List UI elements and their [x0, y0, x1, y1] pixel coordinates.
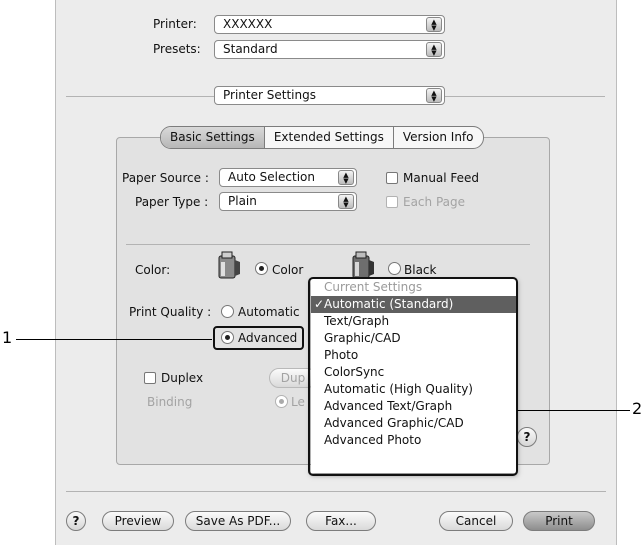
color-radio[interactable]	[255, 262, 268, 275]
duplex-settings-label: Dup	[280, 371, 306, 385]
menu-item-advanced-graphic-cad[interactable]: Advanced Graphic/CAD	[311, 415, 517, 432]
help-icon: ?	[523, 430, 531, 444]
panel-popup[interactable]: Printer Settings ▲ ▼	[214, 86, 445, 105]
binding-left-radio[interactable]	[275, 395, 288, 408]
presets-label: Presets:	[153, 42, 201, 56]
tab-bar: Basic Settings Extended Settings Version…	[160, 126, 484, 149]
duplex-checkbox[interactable]	[144, 372, 156, 384]
callout-1-line	[16, 339, 212, 340]
popup-arrows-icon: ▲ ▼	[426, 17, 442, 32]
checkmark-icon: ✓	[314, 297, 325, 311]
tab-basic-settings[interactable]: Basic Settings	[161, 127, 264, 148]
popup-arrows-icon: ▲ ▼	[338, 194, 354, 209]
paper-source-value: Auto Selection	[228, 170, 315, 184]
menu-item-photo[interactable]: Photo	[311, 347, 517, 364]
save-as-pdf-button[interactable]: Save As PDF...	[185, 511, 291, 531]
callout-2-line	[517, 410, 630, 411]
black-radio[interactable]	[388, 262, 401, 275]
divider	[66, 491, 606, 492]
cancel-button[interactable]: Cancel	[439, 511, 513, 531]
help-icon: ?	[72, 514, 80, 528]
quality-advanced-radio[interactable]	[221, 331, 234, 344]
divider	[126, 244, 530, 245]
duplex-settings-button[interactable]: Dup	[269, 368, 317, 388]
menu-item-text-graph[interactable]: Text/Graph	[311, 313, 517, 330]
tab-extended-settings[interactable]: Extended Settings	[263, 127, 393, 148]
paper-type-label: Paper Type :	[135, 195, 209, 209]
quality-advanced-label: Advanced	[238, 331, 298, 345]
menu-item-automatic-high-quality[interactable]: Automatic (High Quality)	[311, 381, 517, 398]
menu-item-label: Automatic (Standard)	[324, 297, 454, 311]
print-button[interactable]: Print	[523, 511, 595, 531]
panel-value: Printer Settings	[223, 88, 316, 102]
presets-value: Standard	[223, 42, 278, 56]
menu-item-graphic-cad[interactable]: Graphic/CAD	[311, 330, 517, 347]
quality-automatic-label: Automatic	[238, 305, 300, 319]
print-quality-menu: Current Settings ✓ Automatic (Standard) …	[311, 279, 517, 473]
black-option-label: Black	[404, 263, 437, 277]
color-label: Color:	[135, 263, 171, 277]
presets-popup[interactable]: Standard ▲ ▼	[214, 40, 445, 59]
binding-label: Binding	[147, 395, 193, 409]
menu-item-colorsync[interactable]: ColorSync	[311, 364, 517, 381]
binding-left-label: Le	[291, 395, 305, 409]
each-page-checkbox[interactable]	[386, 196, 398, 208]
divider	[445, 96, 605, 97]
tab-version-info[interactable]: Version Info	[392, 127, 483, 148]
manual-feed-checkbox[interactable]	[386, 172, 398, 184]
popup-arrows-icon: ▲ ▼	[426, 88, 442, 103]
printer-popup[interactable]: XXXXXX ▲ ▼	[214, 15, 445, 34]
panel-help-button[interactable]: ?	[517, 427, 537, 447]
color-option-label: Color	[272, 263, 304, 277]
menu-item-advanced-text-graph[interactable]: Advanced Text/Graph	[311, 398, 517, 415]
preview-button[interactable]: Preview	[102, 511, 174, 531]
popup-arrows-icon: ▲ ▼	[338, 170, 354, 185]
duplex-label: Duplex	[161, 371, 204, 385]
each-page-label: Each Page	[403, 195, 466, 209]
callout-2-number: 2	[632, 399, 643, 418]
popup-arrows-icon: ▲ ▼	[426, 42, 442, 57]
paper-source-label: Paper Source :	[122, 171, 209, 185]
menu-header: Current Settings	[324, 280, 423, 294]
divider	[66, 96, 214, 97]
callout-1-number: 1	[2, 328, 13, 347]
black-ink-icon	[352, 251, 374, 279]
print-quality-label: Print Quality :	[129, 305, 212, 319]
paper-type-value: Plain	[228, 194, 257, 208]
paper-source-popup[interactable]: Auto Selection ▲ ▼	[219, 168, 357, 187]
color-ink-icon	[218, 251, 240, 279]
printer-value: XXXXXX	[223, 17, 273, 31]
help-button[interactable]: ?	[66, 511, 86, 531]
manual-feed-label: Manual Feed	[403, 171, 480, 185]
print-dialog: Printer: XXXXXX ▲ ▼ Presets: Standard ▲ ▼ …	[55, 0, 617, 545]
quality-automatic-radio[interactable]	[221, 305, 234, 318]
menu-item-automatic-standard[interactable]: ✓ Automatic (Standard)	[311, 296, 517, 313]
menu-item-advanced-photo[interactable]: Advanced Photo	[311, 432, 517, 449]
paper-type-popup[interactable]: Plain ▲ ▼	[219, 192, 357, 211]
fax-button[interactable]: Fax...	[306, 511, 376, 531]
printer-label: Printer:	[153, 17, 197, 31]
